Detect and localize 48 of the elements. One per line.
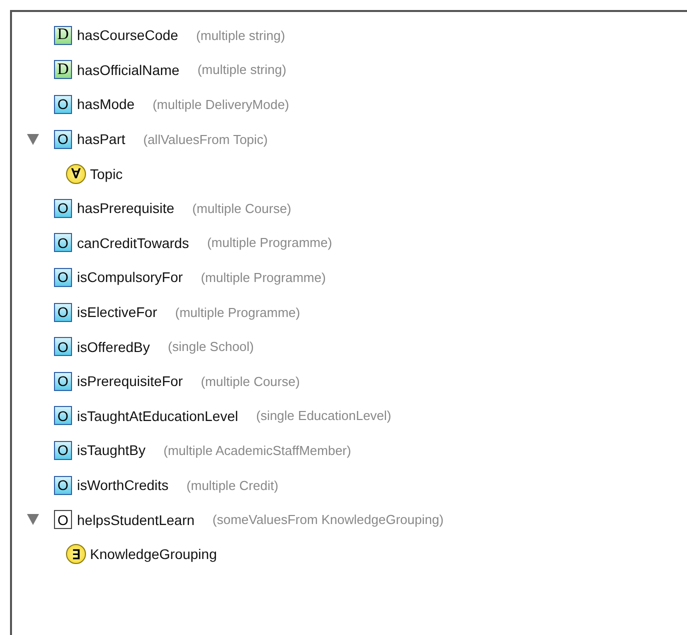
property-type-icon: O xyxy=(54,406,72,426)
property-type-icon: O xyxy=(54,510,72,530)
property-name[interactable]: hasCourseCode xyxy=(77,27,178,44)
property-name[interactable]: isOfferedBy xyxy=(77,338,150,355)
property-restriction: (multiple Programme) xyxy=(175,304,300,320)
property-type-icon: O xyxy=(54,198,72,218)
property-name[interactable]: isElectiveFor xyxy=(77,304,158,320)
property-name[interactable]: isTaughtAtEducationLevel xyxy=(77,408,238,424)
property-name[interactable]: hasPrerequisite xyxy=(77,200,174,216)
property-restriction: (multiple Course) xyxy=(200,374,300,389)
property-type-icon: O xyxy=(54,130,72,149)
property-name[interactable]: hasOfficialName xyxy=(77,62,180,78)
property-type-icon: O xyxy=(54,302,72,322)
property-name[interactable]: isTaughtBy xyxy=(77,442,146,458)
property-type-icon: D xyxy=(54,60,72,80)
property-restriction: (someValuesFrom KnowledgeGrouping) xyxy=(212,512,444,528)
property-restriction: (multiple Programme) xyxy=(207,235,332,250)
property-type-icon: O xyxy=(54,268,72,287)
restriction-type-icon: ∃ xyxy=(66,544,86,564)
property-restriction: (multiple AcademicStaffMember) xyxy=(163,442,352,458)
property-type-icon: D xyxy=(54,26,72,45)
property-type-icon: O xyxy=(54,94,72,114)
class-name[interactable]: Topic xyxy=(90,166,123,182)
expand-toggle-icon[interactable] xyxy=(27,134,39,145)
property-name[interactable]: helpsStudentLearn xyxy=(77,512,195,528)
property-name[interactable]: hasPart xyxy=(77,131,126,148)
property-name[interactable]: canCreditTowards xyxy=(77,234,190,251)
property-name[interactable]: isPrerequisiteFor xyxy=(77,373,183,390)
property-restriction: (multiple Programme) xyxy=(200,270,326,285)
property-restriction: (single EducationLevel) xyxy=(256,408,392,424)
property-restriction: (multiple string) xyxy=(196,28,286,43)
property-restriction: (multiple string) xyxy=(197,62,286,78)
property-type-icon: O xyxy=(54,476,72,495)
property-type-icon: O xyxy=(54,337,72,356)
property-name[interactable]: hasMode xyxy=(77,96,135,112)
property-type-icon: O xyxy=(54,440,72,460)
property-name[interactable]: isWorthCredits xyxy=(77,477,169,494)
property-restriction: (single School) xyxy=(168,339,254,354)
restriction-type-icon: ∀ xyxy=(66,164,86,184)
property-restriction: (multiple Credit) xyxy=(186,478,278,493)
property-restriction: (allValuesFrom Topic) xyxy=(143,132,268,147)
property-type-icon: O xyxy=(54,372,72,391)
property-type-icon: O xyxy=(54,233,72,252)
class-name[interactable]: KnowledgeGrouping xyxy=(90,546,217,562)
expand-toggle-icon[interactable] xyxy=(27,514,39,526)
property-restriction: (multiple Course) xyxy=(192,200,292,216)
property-name[interactable]: isCompulsoryFor xyxy=(77,269,183,286)
property-restriction: (multiple DeliveryMode) xyxy=(152,96,290,112)
